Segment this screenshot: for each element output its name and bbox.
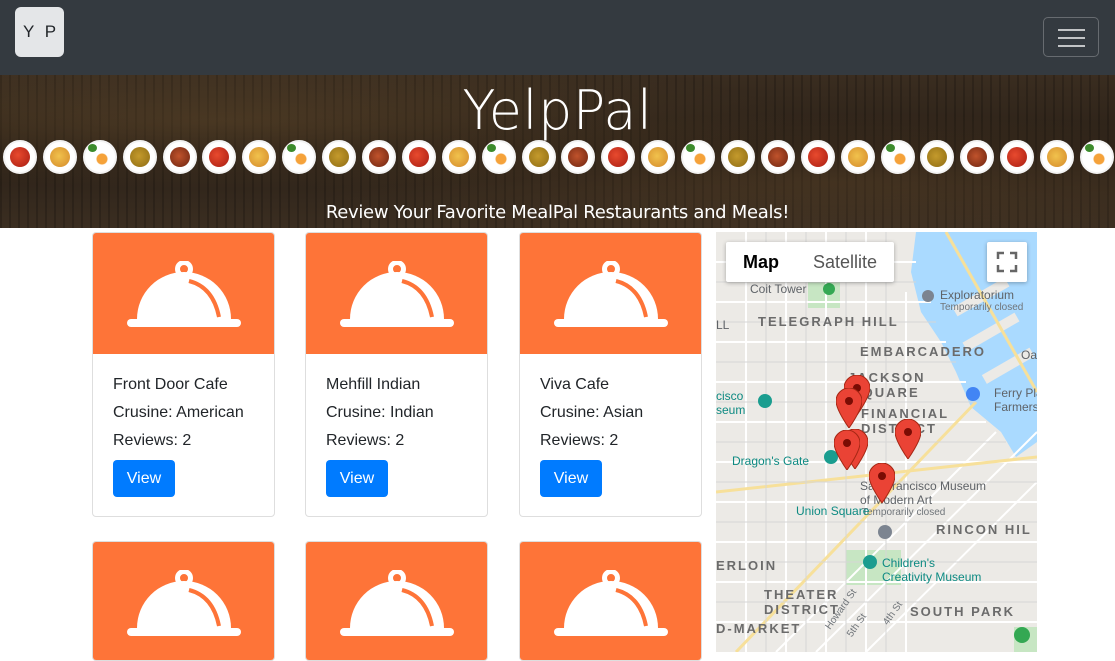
food-plate-icon — [920, 140, 955, 174]
map-label-embarcadero: EMBARCADERO — [860, 344, 986, 359]
food-plate-icon — [162, 140, 197, 174]
map-label-ferry-plaza: Ferry Pla — [994, 386, 1037, 400]
map-label-ll: LL — [716, 318, 730, 332]
map-label-rincon-hill: RINCON HIL — [936, 522, 1032, 537]
food-plate-icon — [242, 140, 277, 174]
restaurant-card — [519, 541, 702, 661]
restaurant-card: Front Door Cafe Crusine: American Reviews:… — [92, 232, 275, 517]
food-plate-icon — [122, 140, 157, 174]
map-label-exploratorium-status: Temporarily closed — [940, 302, 1024, 313]
cloche-icon — [520, 233, 701, 354]
hero-banner: YelpPal Review Your Favorite MealPal Res… — [0, 75, 1115, 228]
food-plate-icon — [960, 140, 995, 174]
map-type-control: Map Satellite — [726, 242, 895, 282]
cloche-icon — [520, 542, 701, 660]
restaurant-card: Viva Cafe Crusine: Asian Reviews: 2 View — [519, 232, 702, 517]
map-label-mid-market: D-MARKET — [716, 621, 802, 636]
food-plate-icon — [1080, 140, 1115, 174]
food-plate-icon — [721, 140, 756, 174]
navbar-toggle-button[interactable] — [1043, 17, 1099, 57]
restaurant-reviews: Reviews: 2 — [113, 432, 192, 449]
food-plate-icon — [362, 140, 397, 174]
card-body: Viva Cafe Crusine: Asian Reviews: 2 — [540, 375, 691, 459]
food-plate-icon — [481, 140, 516, 174]
map-type-satellite-button[interactable]: Satellite — [796, 242, 894, 282]
map-label-theater-district: THEATER — [764, 587, 839, 602]
food-plate-icon — [1040, 140, 1075, 174]
cloche-icon — [306, 542, 487, 660]
map-pin-icon[interactable] — [869, 463, 895, 503]
food-plate-icon — [561, 140, 596, 174]
food-plate-icon — [840, 140, 875, 174]
food-plate-icon — [322, 140, 357, 174]
restaurant-name: Mehfill Indian — [326, 376, 421, 393]
brand-logo[interactable]: Y P — [15, 7, 64, 57]
food-plate-icon — [601, 140, 636, 174]
map-label-tenderloin: ERLOIN — [716, 558, 778, 573]
hero-subtitle: Review Your Favorite MealPal Restaurants… — [325, 202, 790, 223]
food-plate-icon — [42, 140, 77, 174]
food-plate-icon — [282, 140, 317, 174]
food-plate-icon — [3, 140, 37, 174]
hamburger-icon — [1058, 29, 1085, 31]
restaurant-name: Front Door Cafe — [113, 376, 228, 393]
map-label-union-square: Union Square — [796, 504, 870, 518]
page-title: YelpPal — [462, 79, 653, 142]
restaurant-cuisine: Crusine: American — [113, 404, 244, 421]
map-pin-icon[interactable] — [895, 419, 921, 459]
cloche-icon — [306, 233, 487, 354]
map-type-map-button[interactable]: Map — [726, 242, 796, 282]
map-label-south-park: SOUTH PARK — [910, 604, 1015, 619]
navbar: Y P — [0, 0, 1115, 75]
restaurant-map[interactable]: Coit Tower Exploratorium Temporarily clo… — [716, 232, 1037, 652]
restaurant-card — [92, 541, 275, 661]
food-plate-icon — [880, 140, 915, 174]
food-plate-icon — [641, 140, 676, 174]
food-plate-icon — [202, 140, 237, 174]
food-plate-icon — [441, 140, 476, 174]
map-label-dragons-gate: Dragon's Gate — [732, 454, 809, 468]
restaurant-cuisine: Crusine: Indian — [326, 404, 434, 421]
card-body: Front Door Cafe Crusine: American Reviews:… — [113, 375, 264, 459]
map-label-childrens-museum: Children's — [882, 556, 935, 570]
map-pin-icon[interactable] — [834, 430, 860, 470]
map-label-coit-tower: Coit Tower — [750, 282, 807, 296]
food-plate-icon — [1000, 140, 1035, 174]
restaurant-reviews: Reviews: 2 — [540, 432, 619, 449]
food-plate-icon — [800, 140, 835, 174]
restaurant-card — [305, 541, 488, 661]
map-label-museum: cisco — [716, 389, 744, 403]
cloche-icon — [93, 233, 274, 354]
map-label-oak: Oa — [1021, 348, 1037, 362]
restaurant-cuisine: Crusine: Asian — [540, 404, 644, 421]
view-button[interactable]: View — [113, 460, 175, 497]
restaurant-reviews: Reviews: 2 — [326, 432, 405, 449]
view-button[interactable]: View — [540, 460, 602, 497]
food-plate-icon — [82, 140, 117, 174]
restaurant-name: Viva Cafe — [540, 376, 610, 393]
map-pin-icon[interactable] — [836, 388, 862, 428]
view-button[interactable]: View — [326, 460, 388, 497]
map-label-telegraph-hill: TELEGRAPH HILL — [758, 314, 899, 329]
food-plate-icon — [521, 140, 556, 174]
cloche-icon — [93, 542, 274, 660]
fullscreen-icon — [996, 251, 1018, 273]
card-body: Mehfill Indian Crusine: Indian Reviews: 2 — [326, 375, 477, 459]
food-plate-icon — [760, 140, 795, 174]
map-label-exploratorium: Exploratorium — [940, 288, 1015, 302]
restaurant-card: Mehfill Indian Crusine: Indian Reviews: 2 V… — [305, 232, 488, 517]
fullscreen-button[interactable] — [987, 242, 1027, 282]
food-plate-icon — [681, 140, 716, 174]
food-plate-icon — [401, 140, 436, 174]
food-plates-strip — [3, 140, 1115, 176]
